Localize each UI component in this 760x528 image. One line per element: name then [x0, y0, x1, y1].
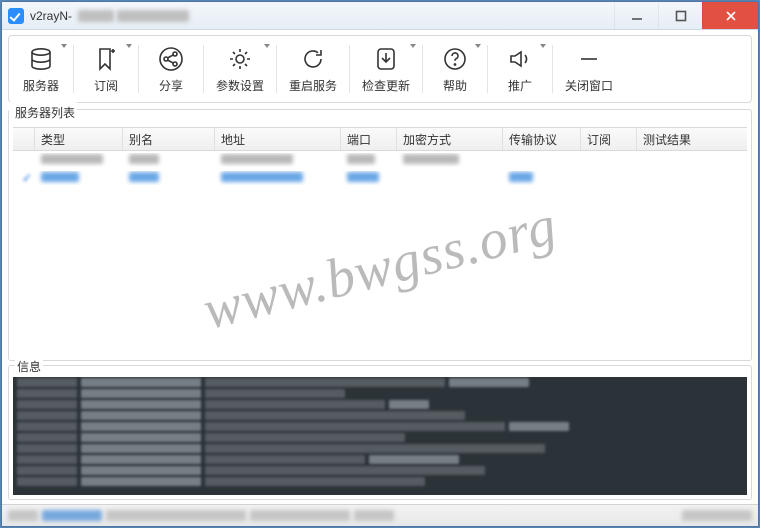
close-label: 关闭窗口	[565, 77, 613, 94]
maximize-button[interactable]	[658, 2, 702, 29]
col-encryption[interactable]: 加密方式	[397, 128, 503, 150]
chevron-down-icon	[475, 44, 481, 48]
help-label: 帮助	[443, 77, 467, 94]
server-table-body[interactable]: ✓ ✓ www.bwgss.org	[13, 151, 747, 360]
servers-button[interactable]: 服务器	[9, 36, 73, 102]
share-icon	[157, 45, 185, 73]
database-icon	[27, 45, 55, 73]
update-label: 检查更新	[362, 77, 410, 94]
main-toolbar: 服务器 订阅 分享 参数设置 重启服务	[8, 35, 752, 103]
restart-label: 重启服务	[289, 77, 337, 94]
chevron-down-icon	[126, 44, 132, 48]
bookmark-add-icon	[92, 45, 120, 73]
app-icon	[8, 8, 24, 24]
watermark: www.bwgss.org	[197, 193, 563, 343]
promote-button[interactable]: 推广	[488, 36, 552, 102]
col-type[interactable]: 类型	[35, 128, 123, 150]
chevron-down-icon	[264, 44, 270, 48]
chevron-down-icon	[410, 44, 416, 48]
subscribe-button[interactable]: 订阅	[74, 36, 138, 102]
share-button[interactable]: 分享	[139, 36, 203, 102]
col-transport[interactable]: 传输协议	[503, 128, 581, 150]
speaker-icon	[506, 45, 534, 73]
server-list-group: 服务器列表 类型 别名 地址 端口 加密方式 传输协议 订阅 测试结果 ✓	[8, 109, 752, 361]
minus-icon	[575, 45, 603, 73]
settings-label: 参数设置	[216, 77, 264, 94]
info-group: 信息	[8, 365, 752, 500]
servers-label: 服务器	[23, 77, 59, 94]
restart-button[interactable]: 重启服务	[277, 36, 349, 102]
table-row[interactable]: ✓	[13, 169, 747, 187]
app-window: v2rayN - 服务器 订阅	[1, 1, 759, 527]
gear-icon	[226, 45, 254, 73]
close-button[interactable]: 关闭窗口	[553, 36, 625, 102]
col-address[interactable]: 地址	[215, 128, 341, 150]
col-test[interactable]: 测试结果	[637, 128, 747, 150]
table-row[interactable]: ✓	[13, 151, 747, 169]
title-sep: -	[68, 9, 72, 23]
help-icon	[441, 45, 469, 73]
col-port[interactable]: 端口	[341, 128, 397, 150]
promote-label: 推广	[508, 77, 532, 94]
titlebar[interactable]: v2rayN -	[2, 2, 758, 30]
server-list-caption: 服务器列表	[9, 102, 77, 125]
chevron-down-icon	[540, 44, 546, 48]
log-output[interactable]	[13, 377, 747, 495]
col-sub[interactable]: 订阅	[581, 128, 637, 150]
chevron-down-icon	[61, 44, 67, 48]
server-table-header[interactable]: 类型 别名 地址 端口 加密方式 传输协议 订阅 测试结果	[13, 127, 747, 151]
col-alias[interactable]: 别名	[123, 128, 215, 150]
close-window-button[interactable]	[702, 2, 758, 29]
update-button[interactable]: 检查更新	[350, 36, 422, 102]
info-caption: 信息	[15, 358, 43, 375]
window-controls	[614, 2, 758, 29]
download-icon	[372, 45, 400, 73]
title-redacted	[78, 10, 189, 22]
minimize-button[interactable]	[614, 2, 658, 29]
reload-icon	[299, 45, 327, 73]
subscribe-label: 订阅	[94, 77, 118, 94]
title-app: v2rayN	[30, 9, 68, 23]
help-button[interactable]: 帮助	[423, 36, 487, 102]
status-bar	[2, 504, 758, 526]
share-label: 分享	[159, 77, 183, 94]
settings-button[interactable]: 参数设置	[204, 36, 276, 102]
